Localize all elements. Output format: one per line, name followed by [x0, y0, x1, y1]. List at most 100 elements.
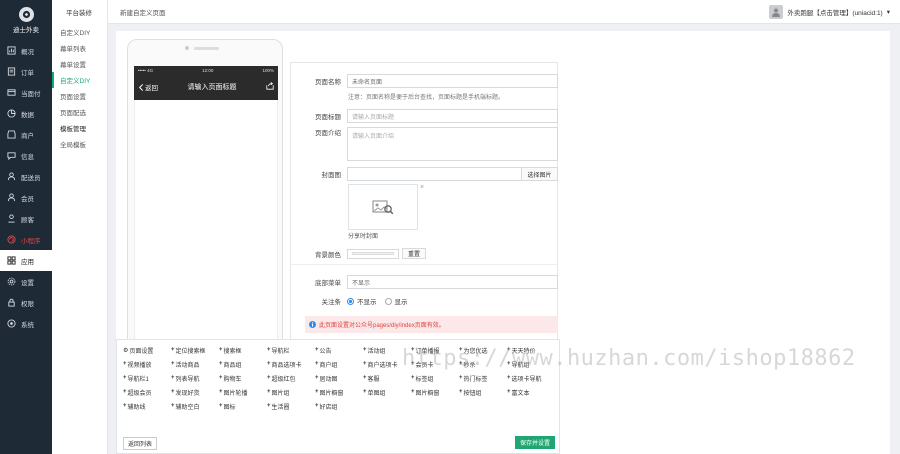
back-to-list-button[interactable]: 返回列表 [123, 437, 157, 450]
component-button[interactable]: + 活动商品 [171, 359, 217, 369]
component-button[interactable]: + 购物车 [219, 373, 265, 383]
cover-input[interactable]: 选择图片 [347, 167, 558, 181]
component-button[interactable]: + 超级会员 [123, 387, 169, 397]
reset-color-button[interactable]: 重置 [402, 248, 427, 259]
component-button[interactable]: + 天天特价 [507, 345, 553, 355]
sidebar-item-label: 小程序 [21, 237, 41, 245]
store-icon [7, 130, 16, 139]
sidebar-item-rider[interactable]: 配送员 [0, 166, 52, 187]
component-button[interactable]: + 单图组 [363, 387, 409, 397]
sub-menu-item[interactable]: 页面配选 [52, 104, 107, 120]
sidebar-item-order[interactable]: 订单 [0, 61, 52, 82]
cover-thumbnail[interactable] [348, 184, 418, 230]
component-button[interactable]: + 标签组 [411, 373, 457, 383]
follow-radio-hide[interactable]: 不显示 [347, 296, 377, 306]
user-menu[interactable]: 外卖跑腿【点击管理】(uniacid:1) ▾ [769, 4, 890, 19]
sub-menu-item[interactable]: 全局模板 [52, 136, 107, 152]
plus-icon: + [507, 375, 511, 381]
component-button[interactable]: + 会员卡 [411, 359, 457, 369]
component-button[interactable]: + 辅助空白 [171, 401, 217, 411]
sidebar-item-customer[interactable]: 顾客 [0, 208, 52, 229]
component-label: 活动组 [367, 348, 386, 355]
plus-icon: + [267, 389, 271, 395]
component-label: 客服 [367, 376, 380, 383]
sidebar-item-settings[interactable]: 设置 [0, 271, 52, 292]
phone-title-bar[interactable]: 返回 请输入页面标题 [134, 74, 278, 100]
component-button[interactable]: + 导航组 [507, 359, 553, 369]
sub-menu-group: 模板管理 [60, 126, 86, 133]
component-button[interactable]: + 秒杀 [459, 359, 505, 369]
component-button[interactable]: + 视频播放 [123, 359, 169, 369]
info-icon [309, 321, 316, 328]
sidebar-item-store[interactable]: 商户 [0, 124, 52, 145]
follow-radio-show[interactable]: 显示 [384, 296, 408, 306]
component-button[interactable]: + 图片橱窗 [411, 387, 457, 397]
sidebar-item-system[interactable]: 系统 [0, 313, 52, 334]
component-button[interactable]: + 发现好货 [171, 387, 217, 397]
component-button[interactable]: + 选项卡导航 [507, 373, 553, 383]
component-button[interactable]: + 富文本 [507, 387, 553, 397]
page-name-input[interactable]: 未命名页面 [347, 74, 558, 88]
sub-menu-item[interactable]: 自定义DIY [52, 72, 107, 88]
bg-color-picker[interactable] [347, 248, 399, 259]
sidebar-item-data[interactable]: 数据 [0, 103, 52, 124]
sub-menu-item[interactable]: 幕单设置 [52, 56, 107, 72]
component-button[interactable]: + 列表导航 [171, 373, 217, 383]
status-signal: ••••• 4G [138, 67, 154, 73]
brand[interactable]: 迪士外卖 [0, 0, 52, 40]
component-button[interactable]: + 商品选项卡 [267, 359, 313, 369]
component-button[interactable]: + 搜索框 [219, 345, 265, 355]
component-button[interactable]: + 图片轮播 [219, 387, 265, 397]
component-button[interactable]: + 热门标签 [459, 373, 505, 383]
component-button[interactable]: + 活动组 [363, 345, 409, 355]
sidebar-item-label: 权限 [21, 300, 34, 308]
component-button[interactable]: + 超级红包 [267, 373, 313, 383]
component-button[interactable]: + 生活圈 [267, 401, 313, 411]
sidebar-item-miniapp[interactable]: 小程序 [0, 229, 52, 250]
component-button[interactable]: + 居动图 [315, 373, 361, 383]
sidebar-item-permission[interactable]: 权限 [0, 292, 52, 313]
component-button[interactable]: + 公告 [315, 345, 361, 355]
breadcrumb: 新建自定义页面 [120, 9, 166, 17]
component-button[interactable]: + 为您优选 [459, 345, 505, 355]
sidebar-item-message[interactable]: 信息 [0, 145, 52, 166]
component-button[interactable]: + 商户组 [315, 359, 361, 369]
bottom-menu-select[interactable]: 不显示 [347, 275, 558, 289]
sub-menu-item[interactable]: 页面设置 [52, 88, 107, 104]
sidebar-item-pay[interactable]: 当面付 [0, 82, 52, 103]
sidebar-item-apps[interactable]: 应用 [0, 250, 52, 271]
component-button[interactable]: + 导航栏 [267, 345, 313, 355]
component-button[interactable]: ⚙ 页面设置 [123, 345, 169, 355]
component-label: 标签组 [415, 376, 434, 383]
component-button[interactable]: + 定位搜索框 [171, 345, 217, 355]
component-button[interactable]: + 按钮组 [459, 387, 505, 397]
component-button[interactable]: + 辅助线 [123, 401, 169, 411]
component-button[interactable]: + 商品组 [219, 359, 265, 369]
save-and-set-button[interactable]: 保存并设置 [515, 436, 555, 449]
component-button[interactable]: + 好店组 [315, 401, 361, 411]
component-label: 秒杀 [463, 362, 476, 369]
sidebar-item-label: 信息 [21, 153, 34, 161]
component-button[interactable]: + 导航栏1 [123, 373, 169, 383]
component-button[interactable]: + 图标 [219, 401, 265, 411]
sidebar-item-label: 配送员 [21, 174, 41, 182]
page-title-input[interactable]: 请输入页面标题 [347, 109, 558, 123]
phone-back[interactable]: 返回 [138, 82, 158, 92]
component-button[interactable]: + 图片组 [267, 387, 313, 397]
sidebar-item-member[interactable]: 会员 [0, 187, 52, 208]
remove-cover-icon[interactable]: × [420, 184, 424, 191]
cover-label: 封面图 [321, 172, 342, 179]
component-label: 列表导航 [175, 376, 200, 383]
choose-image-button[interactable]: 选择图片 [521, 168, 557, 180]
sub-menu-item[interactable]: 幕单列表 [52, 40, 107, 56]
sub-menu-item[interactable]: 自定义DIY [52, 24, 107, 40]
page-desc-textarea[interactable]: 请输入页面介绍 [347, 127, 558, 161]
component-button[interactable]: + 商户选项卡 [363, 359, 409, 369]
component-button[interactable]: + 客服 [363, 373, 409, 383]
sidebar-item-chart[interactable]: 概况 [0, 40, 52, 61]
phone-share[interactable] [266, 82, 274, 92]
component-button[interactable]: + 订单播报 [411, 345, 457, 355]
phone-screen[interactable] [134, 100, 278, 356]
component-button[interactable]: + 图片橱窗 [315, 387, 361, 397]
sidebar-item-label: 订单 [21, 69, 34, 77]
